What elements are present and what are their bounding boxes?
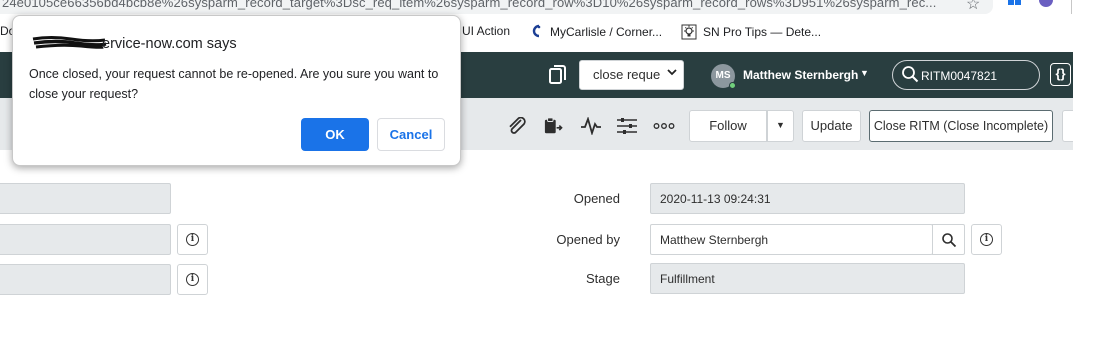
follow-button[interactable]: Follow (689, 110, 767, 142)
lightbulb-icon (681, 24, 697, 40)
dialog-message: Once closed, your request cannot be re-o… (29, 67, 439, 101)
extension-icon[interactable] (1039, 0, 1053, 7)
paperclip-icon[interactable] (506, 117, 528, 135)
info-button[interactable]: i (971, 224, 1002, 255)
lookup-button[interactable] (932, 224, 965, 255)
opened-field: 2020-11-13 09:24:31 (650, 183, 965, 214)
copy-icon[interactable] (548, 64, 568, 86)
caret-down-icon[interactable]: ▼ (860, 68, 869, 78)
select-value: close reque (593, 67, 661, 82)
left-field-3 (0, 264, 171, 295)
cancel-button[interactable]: Cancel (377, 118, 445, 151)
chevron-down-icon (667, 66, 677, 80)
search-value: RITM0047821 (921, 69, 998, 83)
opened-by-label: Opened by (556, 232, 620, 247)
blank-area (1073, 52, 1117, 347)
script-debugger-icon[interactable]: {} (1050, 63, 1071, 86)
search-icon (942, 233, 957, 248)
bookmark-label: UI Action (462, 24, 511, 38)
search-icon (902, 66, 919, 83)
windows-extension-icon[interactable] (1008, 0, 1022, 6)
toolbar-divider (1071, 0, 1072, 14)
bookmark-label: MyCarlisle / Corner... (550, 25, 663, 39)
browser-url-bar[interactable]: 24e0105ce66356bd4bcb8e%26sysparm_record_… (0, 0, 993, 14)
global-search-input[interactable]: RITM0047821 (892, 60, 1040, 90)
confirm-dialog: ervice-now.com says Once closed, your re… (12, 15, 461, 166)
opened-by-field[interactable]: Matthew Sternbergh (650, 224, 933, 255)
left-field-1 (0, 183, 171, 214)
star-icon[interactable]: ☆ (966, 0, 980, 14)
presence-dot (729, 82, 736, 89)
info-button[interactable]: i (177, 224, 208, 255)
url-text[interactable]: 24e0105ce66356bd4bcb8e%26sysparm_record_… (2, 0, 936, 10)
activity-icon[interactable] (580, 117, 602, 135)
stage-label: Stage (586, 271, 620, 286)
toolbar-button-partial[interactable] (1062, 110, 1073, 142)
info-icon: i (186, 273, 199, 286)
carlisle-icon (528, 24, 544, 40)
opened-label: Opened (573, 191, 620, 206)
update-button[interactable]: Update (802, 110, 861, 142)
user-menu-name[interactable]: Matthew Sternbergh (743, 68, 858, 82)
info-icon: i (186, 233, 199, 246)
more-options-icon[interactable] (653, 117, 675, 135)
settings-sliders-icon[interactable] (616, 117, 638, 135)
redaction-scribble (32, 36, 107, 49)
bookmark-label: SN Pro Tips — Dete... (703, 25, 822, 39)
bookmark-mycarlisle[interactable]: MyCarlisle / Corner... (528, 24, 662, 40)
close-ritm-button[interactable]: Close RITM (Close Incomplete) (869, 110, 1053, 142)
follow-options-button[interactable]: ▼ (767, 110, 794, 142)
search-scope-select[interactable]: close reque (579, 60, 684, 90)
left-field-2 (0, 224, 171, 255)
info-button[interactable]: i (177, 264, 208, 295)
info-icon: i (980, 233, 993, 246)
stage-field: Fulfillment (650, 263, 965, 294)
bookmark-sn-pro-tips[interactable]: SN Pro Tips — Dete... (681, 24, 821, 40)
clipboard-icon[interactable] (542, 117, 564, 135)
ok-button[interactable]: OK (301, 118, 369, 151)
bookmark-ui-action[interactable]: UI Action (462, 24, 510, 38)
caret-down-icon: ▼ (776, 120, 785, 130)
dialog-title: ervice-now.com says (102, 36, 237, 52)
